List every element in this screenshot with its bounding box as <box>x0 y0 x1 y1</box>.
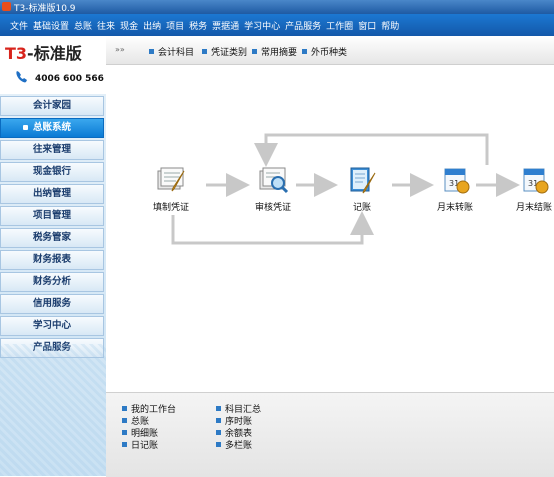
title-bar: T3-标准版10.9 <box>0 0 554 14</box>
voucher-entry-icon <box>157 167 185 192</box>
node-month-end-transfer[interactable]: 31 月末转账 <box>428 165 482 213</box>
sidebar-item-receivables[interactable]: 往来管理 <box>0 140 104 160</box>
quick-link-journal[interactable]: 日记账 <box>122 438 158 451</box>
node-month-end-close-label: 月末结账 <box>515 203 552 213</box>
tab-voucher-types-label: 凭证类别 <box>211 48 248 58</box>
brand-prefix: T3 <box>5 44 28 63</box>
bullet-icon <box>302 49 307 54</box>
tab-currencies-label: 外币种类 <box>311 48 348 58</box>
brand-suffix: -标准版 <box>27 44 82 63</box>
tab-common-summary[interactable]: 常用摘要 <box>252 45 297 58</box>
node-fill-voucher-label: 填制凭证 <box>152 203 189 213</box>
bullet-icon <box>122 418 127 423</box>
menu-invoice[interactable]: 票据通 <box>212 19 239 32</box>
sidebar-item-financial-reports[interactable]: 财务报表 <box>0 250 104 270</box>
sidebar-item-general-ledger[interactable]: 总账系统 <box>0 118 104 138</box>
sidebar-item-financial-analysis[interactable]: 财务分析 <box>0 272 104 292</box>
node-posting[interactable]: 记账 <box>340 165 384 213</box>
app-icon <box>2 2 11 11</box>
settings-toolbar: »» 会计科目 凭证类别 常用摘要 外币种类 <box>106 36 554 65</box>
menu-tax[interactable]: 税务 <box>189 19 207 32</box>
month-end-close-icon: 31 <box>523 168 549 194</box>
sidebar-pattern <box>0 344 106 476</box>
node-fill-voucher[interactable]: 填制凭证 <box>146 165 196 213</box>
menu-cashier[interactable]: 出纳 <box>143 19 161 32</box>
menu-window[interactable]: 窗口 <box>358 19 376 32</box>
menu-basic-settings[interactable]: 基础设置 <box>33 19 69 32</box>
tab-common-summary-label: 常用摘要 <box>261 48 298 58</box>
menu-product-service[interactable]: 产品服务 <box>285 19 321 32</box>
tab-accounts-label: 会计科目 <box>158 48 195 58</box>
sidebar-item-accounting-home[interactable]: 会计家园 <box>0 96 104 116</box>
window-title: T3-标准版10.9 <box>14 4 76 14</box>
node-month-end-close[interactable]: 31 月末结账 <box>514 165 554 213</box>
flow-connectors <box>171 133 520 245</box>
menu-receivables[interactable]: 往来 <box>97 19 115 32</box>
workflow-diagram: 填制凭证 审核凭证 记账 31 月末转账 31 月末结账 <box>106 65 554 392</box>
quick-link-multi-column-label: 多栏账 <box>225 441 253 451</box>
bullet-icon <box>252 49 257 54</box>
menu-cash[interactable]: 现金 <box>120 19 138 32</box>
bullet-icon <box>122 430 127 435</box>
chevrons-icon: »» <box>115 45 125 54</box>
sidebar: 会计家园 总账系统 往来管理 现金银行 出纳管理 项目管理 税务管家 财务报表 … <box>0 94 106 476</box>
quick-link-journal-label: 日记账 <box>131 441 159 451</box>
node-audit-voucher[interactable]: 审核凭证 <box>248 165 298 213</box>
bullet-icon <box>216 430 221 435</box>
sidebar-item-learning[interactable]: 学习中心 <box>0 316 104 336</box>
sidebar-item-cash-bank[interactable]: 现金银行 <box>0 162 104 182</box>
bullet-icon <box>122 442 127 447</box>
node-posting-label: 记账 <box>352 203 371 213</box>
sidebar-item-cashier[interactable]: 出纳管理 <box>0 184 104 204</box>
phone-icon <box>16 71 27 83</box>
node-month-end-transfer-label: 月末转账 <box>436 203 473 213</box>
bullet-icon <box>122 406 127 411</box>
sidebar-item-projects[interactable]: 项目管理 <box>0 206 104 226</box>
menu-help[interactable]: 帮助 <box>381 19 399 32</box>
menu-file[interactable]: 文件 <box>10 19 28 32</box>
tab-voucher-types[interactable]: 凭证类别 <box>202 45 247 58</box>
month-end-transfer-icon: 31 <box>444 168 470 194</box>
sidebar-item-credit[interactable]: 信用服务 <box>0 294 104 314</box>
bullet-icon <box>202 49 207 54</box>
menu-workcircle[interactable]: 工作圈 <box>326 19 353 32</box>
tab-currencies[interactable]: 外币种类 <box>302 45 347 58</box>
bullet-icon <box>149 49 154 54</box>
menu-bar: 文件 基础设置 总账 往来 现金 出纳 项目 税务 票据通 学习中心 产品服务 … <box>0 14 554 36</box>
quick-links-panel: 我的工作台 总账 明细账 日记账 科目汇总 序时账 余额表 多栏账 <box>106 392 554 477</box>
menu-project[interactable]: 项目 <box>166 19 184 32</box>
posting-icon <box>350 167 376 194</box>
brand-name: T3-标准版 <box>5 40 82 64</box>
brand-logo: T3-标准版 4006 600 566 <box>0 36 106 94</box>
node-audit-voucher-label: 审核凭证 <box>254 203 291 213</box>
menu-learning[interactable]: 学习中心 <box>244 19 280 32</box>
menu-general-ledger[interactable]: 总账 <box>74 19 92 32</box>
tab-accounts[interactable]: 会计科目 <box>149 45 194 58</box>
support-phone: 4006 600 566 <box>35 74 104 84</box>
voucher-audit-icon <box>259 167 289 194</box>
bullet-icon <box>216 442 221 447</box>
bullet-icon <box>216 418 221 423</box>
sidebar-item-tax[interactable]: 税务管家 <box>0 228 104 248</box>
bullet-icon <box>216 406 221 411</box>
quick-link-multi-column[interactable]: 多栏账 <box>216 438 252 451</box>
